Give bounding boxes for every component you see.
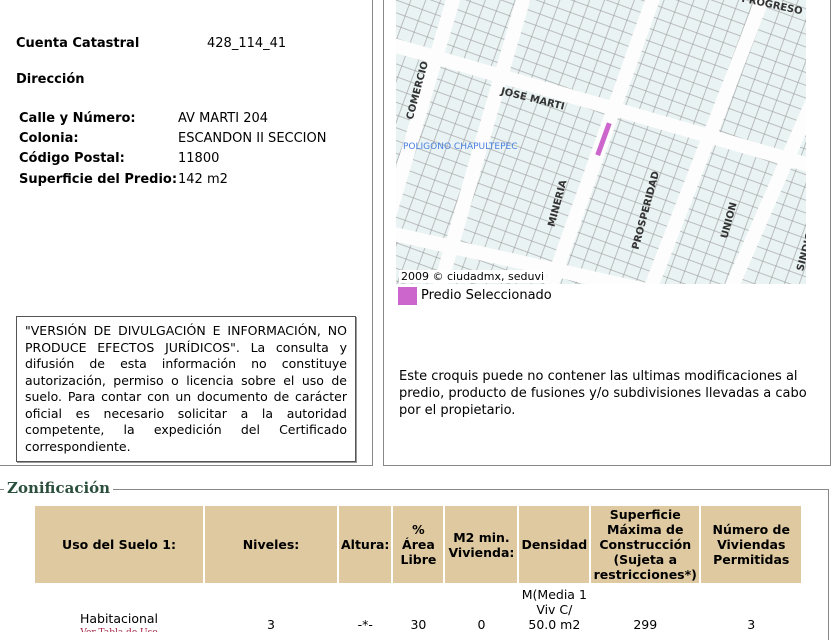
legend-label: Predio Seleccionado <box>421 288 552 303</box>
table-header-row: Uso del Suelo 1: Niveles: Altura: % Área… <box>35 506 802 583</box>
header-viviendas: Número de Viviendas Permitidas <box>701 506 802 583</box>
cell-superficie: 299 <box>633 617 658 632</box>
field-label: Superficie del Predio: <box>19 172 178 187</box>
header-niveles: Niveles: <box>205 506 337 583</box>
area-label: POLIGONO CHAPULTEPEC <box>403 142 518 152</box>
field-label: Código Postal: <box>19 151 125 166</box>
header-area-libre: % Área Libre <box>393 506 444 583</box>
header-uso: Uso del Suelo 1: <box>35 506 203 583</box>
cuenta-value: 428_114_41 <box>207 36 287 51</box>
direccion-label: Dirección <box>16 72 85 87</box>
uso-value: Habitacional <box>79 611 159 626</box>
cell-altura: -*- <box>357 617 373 632</box>
zonificacion-title: Zonificación <box>4 479 114 497</box>
header-m2-min: M2 min. Vivienda: <box>445 506 518 583</box>
selected-lot-swatch <box>398 287 417 305</box>
cuenta-label: Cuenta Catastral <box>16 36 140 51</box>
map-image[interactable]: PROGRESO COMERCIO JOSE MARTI MINERIA PRO… <box>396 0 806 284</box>
cell-viviendas: 3 <box>747 617 756 632</box>
table-row: HabitacionalVer Tabla de Uso 3 -*- 30 0 … <box>35 585 801 634</box>
field-value: AV MARTI 204 <box>178 111 269 126</box>
header-altura: Altura: <box>339 506 392 583</box>
cell-densidad: M(Media 1 Viv C/ 50.0 m2 <box>521 587 587 632</box>
cell-m2-min: 0 <box>477 617 486 632</box>
field-value: 142 m2 <box>178 172 228 187</box>
cell-area-libre: 30 <box>410 617 427 632</box>
header-superficie: Superficie Máxima de Construcción (Sujet… <box>591 506 700 583</box>
field-value: ESCANDON II SECCION <box>178 131 327 146</box>
disclaimer-box: "VERSIÓN DE DIVULGACIÓN E INFORMACIÓN, N… <box>16 316 356 462</box>
field-label: Colonia: <box>19 131 79 146</box>
map-copyright: 2009 © ciudadmx, seduvi <box>399 270 547 283</box>
field-value: 11800 <box>178 151 220 166</box>
ver-tabla-uso-link[interactable]: Ver Tabla de Uso <box>37 626 201 632</box>
field-label: Calle y Número: <box>19 111 136 126</box>
cell-uso: HabitacionalVer Tabla de Uso <box>35 585 203 634</box>
cell-niveles: 3 <box>267 617 275 632</box>
map-note: Este croquis puede no contener las ultim… <box>399 369 807 418</box>
zonificacion-table: Uso del Suelo 1: Niveles: Altura: % Área… <box>33 504 803 636</box>
header-densidad: Densidad <box>519 506 590 583</box>
